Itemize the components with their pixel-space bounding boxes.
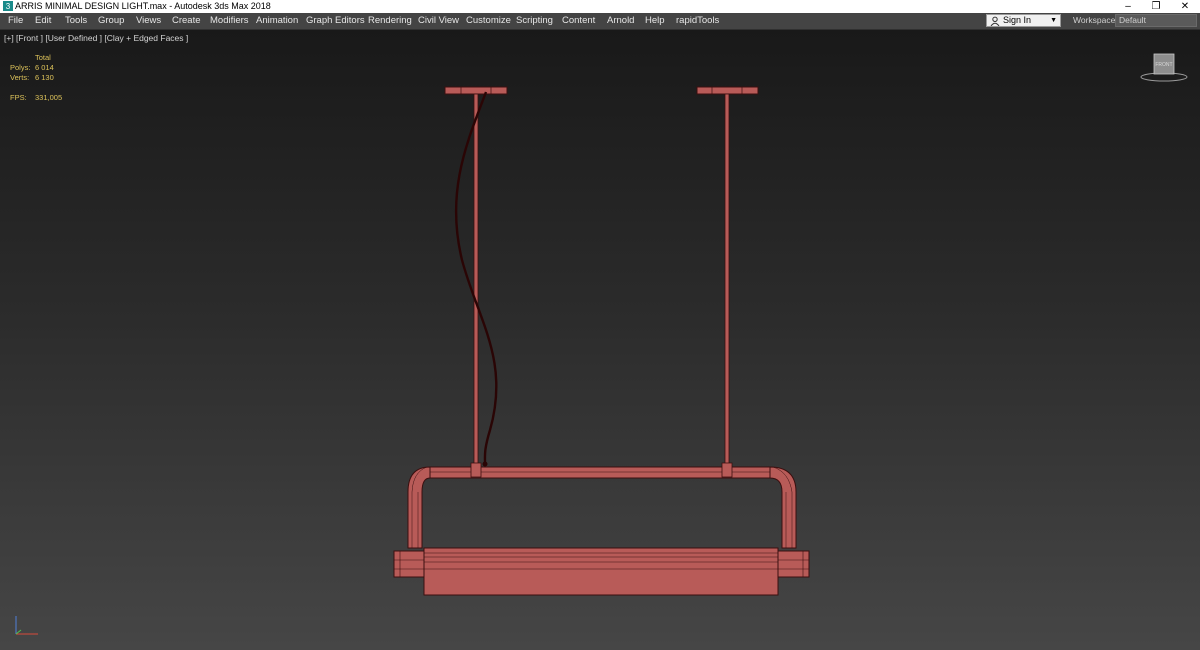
axis-tripod-icon [15, 616, 38, 635]
menu-help[interactable]: Help [645, 13, 665, 29]
workspaces-value: Default [1119, 15, 1146, 25]
window-title: ARRIS MINIMAL DESIGN LIGHT.max - Autodes… [15, 1, 271, 11]
menu-civil-view[interactable]: Civil View [418, 13, 459, 29]
menu-rapidtools[interactable]: rapidTools [676, 13, 719, 29]
front-viewport[interactable]: [+] [Front ] [User Defined ] [Clay + Edg… [0, 30, 1200, 650]
minimize-button[interactable]: – [1113, 0, 1143, 13]
workspaces-select[interactable]: Default [1115, 14, 1197, 27]
sign-in-dropdown[interactable]: Sign In ▼ [986, 14, 1061, 27]
sign-in-label: Sign In [1003, 15, 1032, 25]
menu-graph-editors[interactable]: Graph Editors [306, 13, 365, 29]
menu-rendering[interactable]: Rendering [368, 13, 412, 29]
restore-button[interactable]: ❐ [1141, 0, 1171, 13]
menu-tools[interactable]: Tools [65, 13, 87, 29]
menu-animation[interactable]: Animation [256, 13, 298, 29]
menu-content[interactable]: Content [562, 13, 595, 29]
menu-edit[interactable]: Edit [35, 13, 51, 29]
menu-views[interactable]: Views [136, 13, 161, 29]
menu-file[interactable]: File [8, 13, 23, 29]
close-button[interactable]: ✕ [1170, 0, 1200, 13]
menu-customize[interactable]: Customize [466, 13, 511, 29]
chevron-down-icon: ▼ [1050, 17, 1057, 24]
user-icon [990, 16, 1000, 26]
scene-model[interactable] [0, 30, 1200, 650]
menu-modifiers[interactable]: Modifiers [210, 13, 249, 29]
menu-arnold[interactable]: Arnold [607, 13, 634, 29]
menu-group[interactable]: Group [98, 13, 124, 29]
title-bar: 3 ARRIS MINIMAL DESIGN LIGHT.max - Autod… [0, 0, 1200, 13]
menu-scripting[interactable]: Scripting [516, 13, 553, 29]
3ds-max-icon: 3 [3, 1, 13, 11]
svg-text:3: 3 [6, 2, 11, 11]
menu-create[interactable]: Create [172, 13, 201, 29]
